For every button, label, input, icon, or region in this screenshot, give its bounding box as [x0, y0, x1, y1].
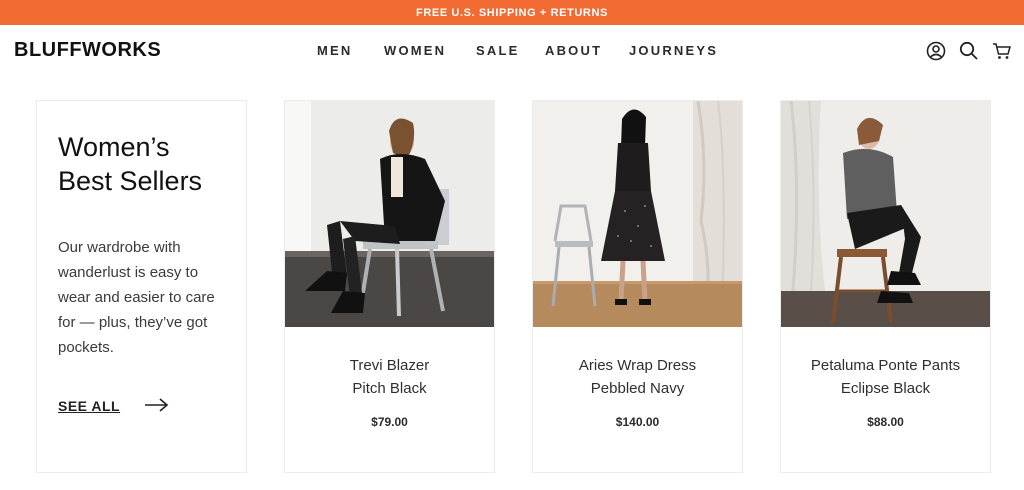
- product-card[interactable]: Trevi Blazer Pitch Black $79.00: [284, 100, 495, 473]
- product-card[interactable]: Petaluma Ponte Pants Eclipse Black $88.0…: [780, 100, 991, 473]
- product-card[interactable]: Aries Wrap Dress Pebbled Navy $140.00: [532, 100, 743, 473]
- product-color: Pebbled Navy: [590, 380, 685, 397]
- site-header: BLUFFWORKS MEN WOMEN SALE ABOUT JOURNEYS: [0, 25, 1024, 77]
- nav-about[interactable]: ABOUT: [545, 43, 602, 58]
- product-image[interactable]: [533, 101, 742, 327]
- section-description: Our wardrobe with wanderlust is easy to …: [58, 239, 215, 356]
- account-icon[interactable]: [925, 40, 947, 62]
- best-sellers-intro: Women’s Best Sellers Our wardrobe with w…: [36, 100, 247, 473]
- arrow-right-icon[interactable]: [144, 397, 170, 413]
- product-name[interactable]: Petaluma Ponte Pants: [781, 354, 990, 377]
- promo-text: FREE U.S. SHIPPING + RETURNS: [416, 6, 608, 19]
- cart-icon[interactable]: [991, 40, 1013, 62]
- product-name[interactable]: Trevi Blazer: [285, 354, 494, 377]
- product-price: $88.00: [867, 415, 904, 429]
- product-image[interactable]: [285, 101, 494, 327]
- product-price: $79.00: [371, 415, 408, 429]
- product-name[interactable]: Aries Wrap Dress: [533, 354, 742, 377]
- search-icon[interactable]: [958, 40, 980, 62]
- nav-women[interactable]: WOMEN: [384, 43, 446, 58]
- nav-sale[interactable]: SALE: [476, 43, 519, 58]
- product-color: Pitch Black: [352, 380, 427, 397]
- product-color: Eclipse Black: [840, 380, 931, 397]
- product-image[interactable]: [781, 101, 990, 327]
- main-nav: MEN WOMEN SALE ABOUT JOURNEYS: [0, 43, 1024, 61]
- see-all-link[interactable]: SEE ALL: [58, 398, 120, 414]
- product-price: $140.00: [615, 415, 660, 429]
- promo-banner[interactable]: FREE U.S. SHIPPING + RETURNS: [0, 0, 1024, 25]
- nav-journeys[interactable]: JOURNEYS: [629, 43, 718, 58]
- section-title: Women’s Best Sellers: [58, 132, 203, 196]
- nav-men[interactable]: MEN: [317, 43, 353, 58]
